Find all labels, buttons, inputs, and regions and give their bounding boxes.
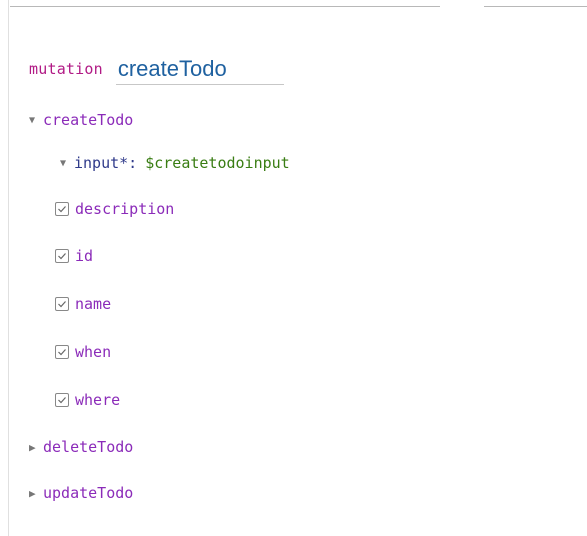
field-label[interactable]: when (75, 343, 111, 361)
tree-item-label[interactable]: deleteTodo (43, 438, 133, 456)
checkbox-checked-icon[interactable] (55, 345, 69, 359)
field-label[interactable]: description (75, 200, 174, 218)
operation-keyword: mutation (29, 60, 103, 78)
triangle-right-icon[interactable]: ▶ (29, 487, 43, 500)
triangle-down-icon[interactable]: ▼ (60, 158, 74, 169)
tree-item-label[interactable]: updateTodo (43, 484, 133, 502)
field-label[interactable]: id (75, 247, 93, 265)
checkbox-checked-icon[interactable] (55, 393, 69, 407)
tree-item-createTodo[interactable]: ▼ createTodo (29, 106, 133, 134)
tree-item-updateTodo[interactable]: ▶ updateTodo (29, 479, 133, 507)
top-divider-right (484, 6, 587, 7)
operation-header: mutation createTodo (29, 52, 284, 86)
checkbox-checked-icon[interactable] (55, 249, 69, 263)
field-when[interactable]: when (55, 338, 111, 366)
panel-left-border (8, 0, 9, 536)
field-id[interactable]: id (55, 242, 93, 270)
operation-name-field[interactable]: createTodo (115, 54, 284, 85)
field-where[interactable]: where (55, 386, 120, 414)
argument-name[interactable]: input*: (74, 154, 137, 172)
field-label[interactable]: name (75, 295, 111, 313)
field-description[interactable]: description (55, 195, 174, 223)
tree-item-label[interactable]: createTodo (43, 111, 133, 129)
argument-variable: $createtodoinput (145, 154, 290, 172)
tree-item-deleteTodo[interactable]: ▶ deleteTodo (29, 433, 133, 461)
operation-name-value[interactable]: createTodo (116, 56, 227, 82)
triangle-down-icon[interactable]: ▼ (29, 115, 43, 126)
checkbox-checked-icon[interactable] (55, 297, 69, 311)
triangle-right-icon[interactable]: ▶ (29, 441, 43, 454)
field-name[interactable]: name (55, 290, 111, 318)
checkbox-checked-icon[interactable] (55, 202, 69, 216)
top-divider-left (10, 6, 440, 7)
argument-input[interactable]: ▼ input*: $createtodoinput (60, 149, 290, 177)
field-label[interactable]: where (75, 391, 120, 409)
